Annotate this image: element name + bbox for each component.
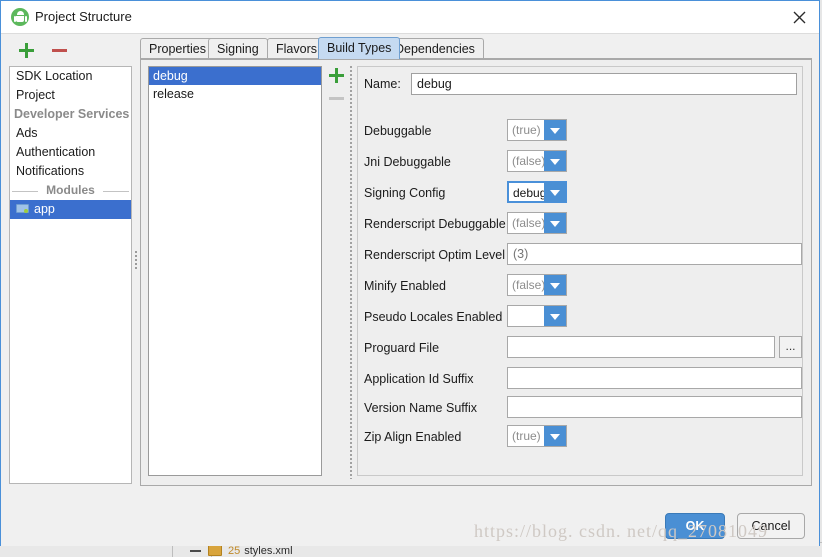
- chevron-down-icon[interactable]: [544, 275, 566, 295]
- chevron-down-icon[interactable]: [544, 182, 566, 202]
- background-collapse-icon: [190, 550, 201, 552]
- cancel-button[interactable]: Cancel: [737, 513, 805, 539]
- name-row: Name:: [358, 73, 804, 97]
- minify-enabled-combo[interactable]: (false): [507, 274, 567, 296]
- pseudo-locales-enabled-label: Pseudo Locales Enabled: [364, 310, 503, 324]
- version-name-suffix-input[interactable]: [507, 396, 802, 418]
- editor-tabs: Properties Signing Flavors Build Types D…: [140, 37, 812, 59]
- build-types-list[interactable]: debug release: [148, 66, 322, 476]
- name-label: Name:: [364, 77, 401, 91]
- zip-align-enabled-combo[interactable]: (true): [507, 425, 567, 447]
- tab-dependencies[interactable]: Dependencies: [386, 38, 484, 58]
- build-type-row-release[interactable]: release: [149, 85, 321, 103]
- pseudo-locales-enabled-combo[interactable]: [507, 305, 567, 327]
- field-row-application-id-suffix: Application Id Suffix: [358, 367, 804, 393]
- sidebar-item-app[interactable]: app: [10, 200, 131, 219]
- field-row-zip-align-enabled: Zip Align Enabled (true): [358, 425, 804, 451]
- jni-debuggable-value: (false): [512, 154, 546, 168]
- field-row-debuggable: Debuggable (true): [358, 119, 804, 145]
- module-editor-panel: Properties Signing Flavors Build Types D…: [140, 37, 812, 486]
- application-id-suffix-label: Application Id Suffix: [364, 372, 474, 386]
- splitter-dots-icon: [349, 65, 353, 479]
- sidebar-item-sdk-location[interactable]: SDK Location: [10, 67, 131, 86]
- sidebar-item-notifications[interactable]: Notifications: [10, 162, 131, 181]
- name-input[interactable]: [411, 73, 797, 95]
- sidebar-toolbar: [9, 39, 127, 65]
- splitter-grip-icon: [135, 249, 139, 271]
- background-file-label: 25 styles.xml: [228, 545, 293, 557]
- add-module-icon[interactable]: [19, 43, 34, 58]
- zip-align-enabled-label: Zip Align Enabled: [364, 430, 462, 444]
- debuggable-combo[interactable]: (true): [507, 119, 567, 141]
- sidebar-item-project[interactable]: Project: [10, 86, 131, 105]
- field-row-jni-debuggable: Jni Debuggable (false): [358, 150, 804, 176]
- browse-button[interactable]: ...: [779, 336, 802, 358]
- sidebar-item-authentication[interactable]: Authentication: [10, 143, 131, 162]
- debuggable-value: (true): [512, 123, 541, 137]
- tab-signing[interactable]: Signing: [208, 38, 268, 58]
- field-row-renderscript-optim-level: Renderscript Optim Level: [358, 243, 804, 269]
- field-row-version-name-suffix: Version Name Suffix: [358, 396, 804, 422]
- signing-config-combo[interactable]: debug: [507, 181, 567, 203]
- renderscript-debuggable-value: (false): [512, 216, 546, 230]
- tab-build-types[interactable]: Build Types: [318, 37, 401, 59]
- dialog-titlebar: Project Structure: [1, 1, 819, 34]
- field-row-renderscript-debuggable: Renderscript Debuggable (false): [358, 212, 804, 238]
- sidebar-separator-label: Modules: [46, 183, 95, 197]
- field-row-signing-config: Signing Config debug: [358, 181, 804, 207]
- module-folder-icon: [16, 203, 30, 214]
- signing-config-value: debug: [513, 186, 547, 200]
- sidebar-item-developer-services[interactable]: Developer Services: [10, 105, 131, 124]
- minify-enabled-value: (false): [512, 278, 546, 292]
- renderscript-optim-level-label: Renderscript Optim Level: [364, 248, 506, 262]
- proguard-file-label: Proguard File: [364, 341, 440, 355]
- settings-sidebar[interactable]: SDK Location Project Developer Services …: [9, 66, 132, 484]
- add-build-type-icon[interactable]: [329, 68, 344, 83]
- minify-enabled-label: Minify Enabled: [364, 279, 446, 293]
- renderscript-debuggable-label: Renderscript Debuggable: [364, 217, 506, 231]
- renderscript-debuggable-combo[interactable]: (false): [507, 212, 567, 234]
- page-title: Project Structure: [35, 9, 132, 24]
- signing-config-label: Signing Config: [364, 186, 446, 200]
- chevron-down-icon[interactable]: [544, 426, 566, 446]
- version-name-suffix-label: Version Name Suffix: [364, 401, 478, 415]
- field-row-minify-enabled: Minify Enabled (false): [358, 274, 804, 300]
- jni-debuggable-label: Jni Debuggable: [364, 155, 451, 169]
- debuggable-label: Debuggable: [364, 124, 432, 138]
- application-id-suffix-input[interactable]: [507, 367, 802, 389]
- project-structure-dialog: Project Structure SDK Location Project D…: [0, 0, 820, 546]
- field-row-proguard-file: Proguard File ...: [358, 336, 804, 362]
- close-icon[interactable]: [779, 1, 819, 32]
- sidebar-item-ads[interactable]: Ads: [10, 124, 131, 143]
- tab-properties[interactable]: Properties: [140, 38, 215, 58]
- remove-module-icon[interactable]: [52, 49, 67, 52]
- sidebar-separator-modules: Modules: [10, 181, 131, 200]
- dialog-footer: OK Cancel: [1, 503, 819, 546]
- android-studio-icon: [11, 8, 29, 26]
- background-file-name: styles.xml: [244, 545, 293, 557]
- build-types-splitter[interactable]: [346, 63, 357, 481]
- background-file-number: 25: [228, 545, 241, 557]
- build-type-row-debug[interactable]: debug: [149, 67, 321, 85]
- build-types-pane: debug release Name: debug Debuggable (tr…: [140, 59, 812, 486]
- chevron-down-icon[interactable]: [544, 120, 566, 140]
- ok-button[interactable]: OK: [665, 513, 725, 539]
- dialog-body: SDK Location Project Developer Services …: [1, 33, 819, 503]
- remove-build-type-icon: [329, 97, 344, 100]
- renderscript-optim-level-input[interactable]: [507, 243, 802, 265]
- field-row-pseudo-locales-enabled: Pseudo Locales Enabled: [358, 305, 804, 331]
- chevron-down-icon[interactable]: [544, 306, 566, 326]
- proguard-file-input[interactable]: [507, 336, 775, 358]
- jni-debuggable-combo[interactable]: (false): [507, 150, 567, 172]
- build-type-form: Name: Debuggable (true) Jni Debuggable: [357, 66, 803, 476]
- chevron-down-icon[interactable]: [544, 213, 566, 233]
- zip-align-enabled-value: (true): [512, 429, 541, 443]
- sidebar-item-label: app: [34, 202, 55, 216]
- chevron-down-icon[interactable]: [544, 151, 566, 171]
